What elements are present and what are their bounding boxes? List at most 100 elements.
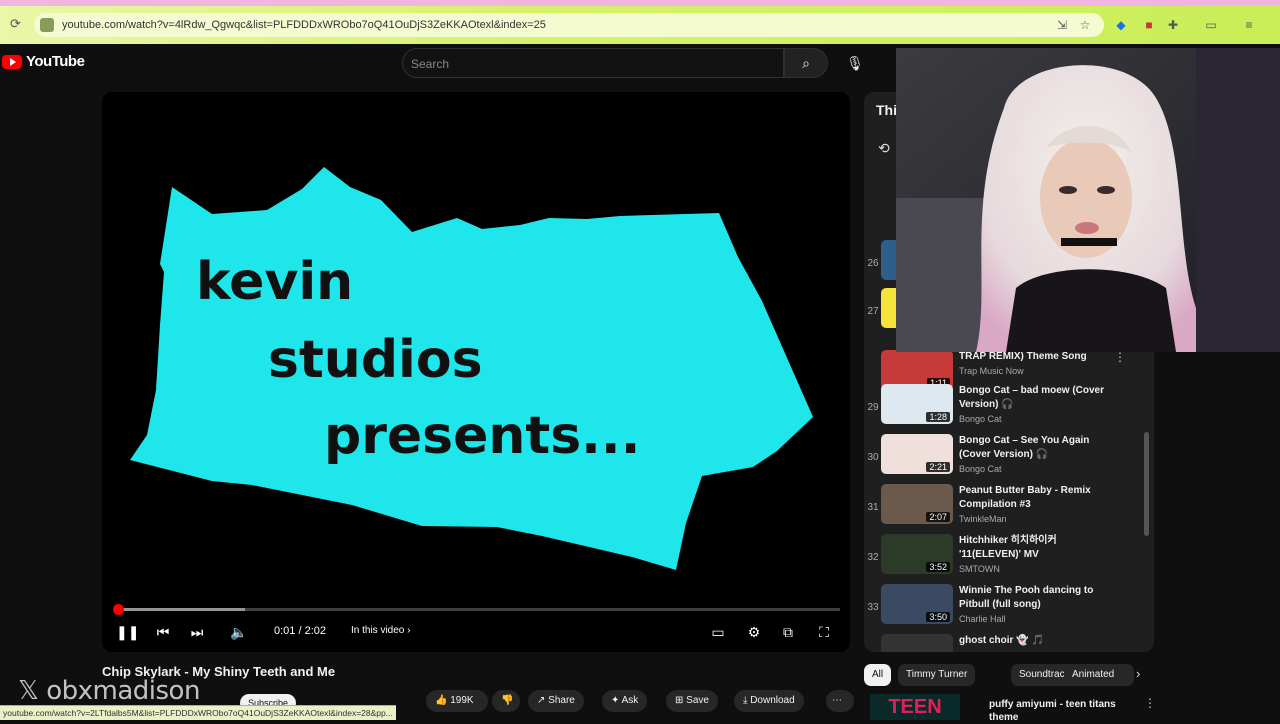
search-input[interactable]: Search — [402, 48, 784, 78]
duration-badge: 2:07 — [926, 512, 950, 522]
playlist-item-index: 32 — [867, 552, 879, 563]
reload-icon[interactable]: ⟳ — [10, 16, 21, 32]
chapter-button[interactable]: In this video › — [351, 625, 410, 636]
playlist-item[interactable]: 32 3:52 Hitchhiker 히치하이커 '11(ELEVEN)' MV SM… — [864, 534, 1154, 584]
playlist-item-index: 27 — [867, 306, 879, 317]
playlist-item-channel: Bongo Cat — [959, 414, 1002, 424]
previous-icon[interactable]: ⏮ — [154, 622, 172, 642]
buffer-bar — [114, 608, 245, 611]
download-button[interactable]: ⤓ Download — [734, 690, 804, 712]
playlist-item-index: 26 — [867, 258, 879, 269]
fullscreen-icon[interactable]: ⛶ — [814, 622, 834, 642]
mic-button[interactable]: 🎙 — [842, 49, 868, 77]
watermark-text: obxmadison — [46, 676, 200, 706]
playlist-item-index: 30 — [867, 452, 879, 463]
playlist-thumbnail: 2:07 — [881, 484, 953, 524]
watermark: 𝕏 obxmadison — [18, 676, 200, 706]
streamer-webcam-image — [896, 48, 1280, 352]
recommended-thumbnail: TEEN — [870, 694, 960, 720]
playlist-thumbnail: 2:21 — [881, 434, 953, 474]
playlist-thumbnail: 1:28 — [881, 384, 953, 424]
bookmark-star-icon[interactable]: ☆ — [1078, 18, 1092, 32]
playlist-item-title: Bongo Cat – bad moew (Cover Version) 🎧 — [959, 385, 1105, 410]
playlist-item[interactable]: ghost choir 👻 🎵 — [864, 634, 1154, 652]
chip-all[interactable]: All — [864, 664, 892, 686]
time-display: 0:01 / 2:02 — [274, 625, 326, 637]
more-options-icon[interactable]: ⋮ — [1114, 350, 1126, 364]
playlist-item-title: Peanut Butter Baby - Remix Compilation #… — [959, 485, 1091, 510]
card-line-2: studios — [268, 330, 483, 390]
playlist-item-channel: SMTOWN — [959, 564, 1000, 574]
chapter-label: In this video — [351, 625, 405, 636]
card-line-3: presents... — [324, 406, 641, 466]
playlist-item-channel: Trap Music Now — [959, 366, 1024, 376]
search-icon: ⌕ — [802, 55, 810, 71]
captions-icon[interactable]: ▭ — [708, 622, 728, 642]
duration-badge: 2:21 — [926, 462, 950, 472]
duration-badge: 3:52 — [926, 562, 950, 572]
playlist-item[interactable]: 31 2:07 Peanut Butter Baby - Remix Compila… — [864, 484, 1154, 534]
save-button[interactable]: ⊞ Save — [666, 690, 718, 712]
chip-timmy-turner[interactable]: Timmy Turner — [898, 664, 976, 686]
more-options-icon[interactable]: ⋮ — [1144, 696, 1156, 710]
install-icon[interactable]: ⇲ — [1055, 18, 1069, 32]
youtube-play-icon — [2, 54, 22, 69]
chevron-right-icon[interactable]: › — [1136, 666, 1140, 681]
loop-icon[interactable]: ⟲ — [878, 140, 890, 157]
playlist-scrollbar[interactable] — [1144, 432, 1149, 536]
recommended-item[interactable]: TEEN puffy amiyumi - teen titans theme ⋮ — [864, 692, 1156, 723]
youtube-logo[interactable]: YouTube — [2, 53, 85, 70]
playlist-item-index: 33 — [867, 602, 879, 613]
playlist-item-channel: Bongo Cat — [959, 464, 1002, 474]
playlist-item-channel: TwinkleMan — [959, 514, 1007, 524]
progress-bar[interactable] — [113, 604, 840, 615]
status-url-bar: youtube.com/watch?v=2LTfdalbs5M&list=PLF… — [0, 705, 396, 720]
playlist-thumbnail: 3:50 — [881, 584, 953, 624]
ask-label: Ask — [621, 695, 639, 706]
playlist-item-channel: Charlie Hall — [959, 614, 1006, 624]
share-button[interactable]: ↗ Share — [528, 690, 584, 712]
playlist-item-index: 29 — [867, 402, 879, 413]
extension-badge-icon[interactable]: ■ — [1142, 18, 1156, 32]
playlist-item-title: Hitchhiker 히치하이커 '11(ELEVEN)' MV — [959, 535, 1057, 560]
save-label: Save — [686, 695, 709, 706]
browser-toolbar: ⟳ youtube.com/watch?v=4lRdw_Qgwqc&list=P… — [0, 0, 1280, 44]
mic-icon: 🎙 — [846, 55, 864, 71]
address-url[interactable]: youtube.com/watch?v=4lRdw_Qgwqc&list=PLF… — [62, 19, 546, 31]
duration-badge: 1:28 — [926, 412, 950, 422]
side-panel-icon[interactable]: ▭ — [1204, 18, 1218, 32]
site-info-icon[interactable] — [40, 18, 54, 32]
webcam-overlay — [896, 48, 1280, 352]
extension-icon[interactable]: ◆ — [1114, 18, 1128, 32]
more-actions-icon[interactable]: ⋯ — [826, 690, 854, 712]
logo-text: YouTube — [26, 53, 85, 70]
playlist-thumbnail: 3:52 — [881, 534, 953, 574]
duration-badge: 3:50 — [926, 612, 950, 622]
extensions-puzzle-icon[interactable]: ✚ — [1166, 18, 1180, 32]
pause-icon[interactable]: ❚❚ — [116, 622, 139, 642]
card-line-1: kevin — [196, 252, 354, 312]
chip-animated[interactable]: Animated — [1064, 664, 1134, 686]
miniplayer-icon[interactable]: ⧉ — [778, 622, 798, 642]
playlist-item[interactable]: 29 1:28 Bongo Cat – bad moew (Cover Versio… — [864, 384, 1154, 434]
settings-gear-icon[interactable]: ⚙ — [744, 622, 764, 642]
playlist-item[interactable]: 33 3:50 Winnie The Pooh dancing to Pitbull… — [864, 584, 1154, 634]
address-bar[interactable]: youtube.com/watch?v=4lRdw_Qgwqc&list=PLF… — [34, 13, 1104, 37]
playlist-item-title: Bongo Cat – See You Again (Cover Version… — [959, 435, 1090, 460]
playlist-item[interactable]: 30 2:21 Bongo Cat – See You Again (Cover V… — [864, 434, 1154, 484]
playlist-thumbnail — [881, 634, 953, 652]
like-button[interactable]: 👍 199K — [426, 690, 488, 712]
like-count: 199K — [450, 695, 474, 706]
next-icon[interactable]: ⏭ — [188, 622, 206, 642]
menu-icon[interactable]: ≡ — [1242, 18, 1256, 32]
video-player[interactable]: kevin studios presents... ❚❚ ⏮ ⏭ 🔈 0:01 … — [102, 92, 850, 652]
playlist-title[interactable]: Thi — [876, 102, 897, 118]
volume-icon[interactable]: 🔈 — [230, 622, 248, 642]
ask-button[interactable]: ✦ Ask — [602, 690, 648, 712]
recommended-title: puffy amiyumi - teen titans theme — [989, 699, 1116, 723]
dislike-button[interactable]: 👎 — [492, 690, 520, 712]
playlist-item-title: ghost choir 👻 🎵 — [959, 635, 1044, 646]
playlist-item-index: 31 — [867, 502, 879, 513]
search-button[interactable]: ⌕ — [784, 48, 828, 78]
playlist-item-title: Winnie The Pooh dancing to Pitbull (full… — [959, 585, 1094, 610]
